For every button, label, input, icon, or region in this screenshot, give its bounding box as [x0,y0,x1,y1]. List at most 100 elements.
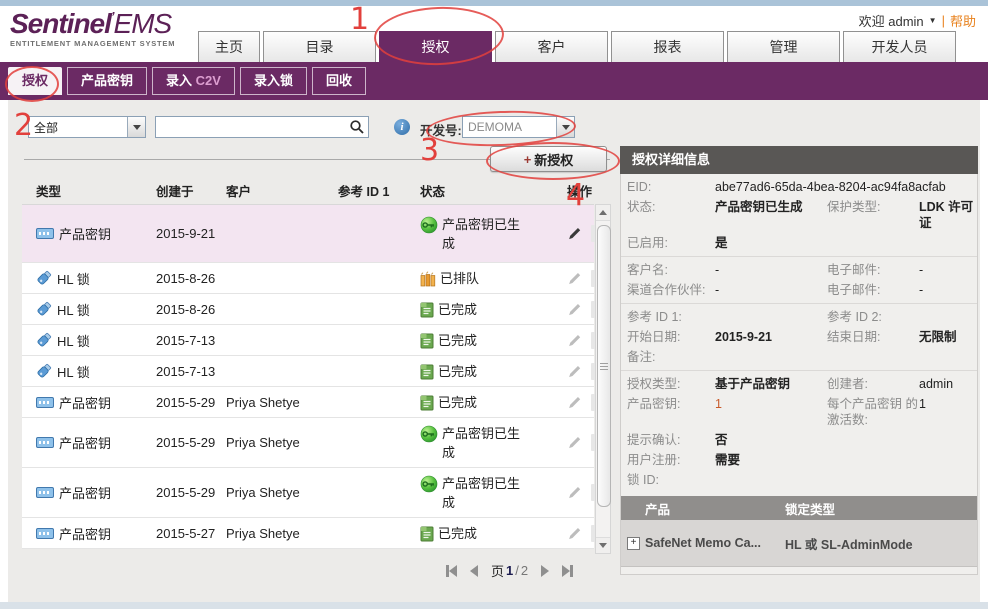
main-tab-客户[interactable]: 客户 [495,31,608,62]
triangle-up-icon [599,210,607,215]
main-tab-授权[interactable]: 授权 [379,31,492,62]
sub-tab-录入 C2V[interactable]: 录入 C2V [152,67,235,95]
search-input[interactable] [156,118,349,136]
cell-type: HL 锁 [36,362,156,381]
type-label: HL 锁 [57,362,90,381]
main-tab-报表[interactable]: 报表 [611,31,724,62]
hl-lock-icon [36,301,52,317]
main-tabs: 主页 目录 授权 客户 报表 管理 开发人员 [198,31,956,62]
status-label: 已完成 [438,393,477,412]
main-tab-label: 管理 [770,39,798,55]
user-bar: 欢迎 admin ▼ | 帮助 [859,11,976,30]
cell-status: 已完成 [420,362,545,381]
edit-pencil-icon[interactable] [567,526,582,541]
first-page-button[interactable] [446,565,457,577]
edit-pencil-icon[interactable] [567,226,582,241]
col-header-customer: 客户 [226,181,338,200]
col-header-created: 创建于 [156,181,226,200]
status-generated-icon [420,475,438,493]
logo-subtitle: ENTITLEMENT MANAGEMENT SYSTEM [10,40,175,48]
status-generated-icon [420,425,438,443]
logo-name: Sentinel [10,8,111,39]
sub-tab-授权[interactable]: 授权 [8,67,62,95]
main-tab-label: 客户 [538,39,566,55]
edit-pencil-icon[interactable] [567,435,582,450]
product-keys-link[interactable]: 1 [715,396,827,428]
search-icon[interactable] [349,119,365,135]
help-link[interactable]: 帮助 [950,11,976,30]
status-label: 产品密钥已生成 [442,474,526,512]
details-panel-title: 授权详细信息 [620,146,978,174]
type-label: 产品密钥 [59,524,111,543]
eid-value: abe77ad6-65da-4bea-8204-ac94fa8acfab [715,179,977,195]
main-tab-管理[interactable]: 管理 [727,31,840,62]
page-label: 页 [491,561,504,580]
table-row[interactable]: 产品密钥 2015-5-29 Priya Shetye 已完成 [22,387,594,418]
cell-status: 已完成 [420,393,545,412]
search-box[interactable] [155,116,369,138]
ref-id1-label: 参考 ID 1: [627,309,715,325]
edit-pencil-icon[interactable] [567,395,582,410]
cell-type: 产品密钥 [36,524,156,543]
panel-filler [621,567,977,574]
table-row[interactable]: HL 锁 2015-8-26 已排队 [22,263,594,294]
start-date-value: 2015-9-21 [715,329,827,345]
page-separator: / [515,563,519,578]
entitlement-details-panel: 授权详细信息 EID: abe77ad6-65da-4bea-8204-ac94… [620,146,978,575]
table-scrollbar[interactable] [595,204,611,554]
sub-tab-回收[interactable]: 回收 [312,67,366,95]
main-tab-label: 目录 [306,39,334,55]
main-tab-主页[interactable]: 主页 [198,31,260,62]
main-tab-label: 报表 [654,39,682,55]
info-icon[interactable]: i [394,119,410,135]
table-row[interactable]: 产品密钥 2015-5-27 Priya Shetye 已完成 [22,518,594,549]
edit-pencil-icon[interactable] [567,364,582,379]
sentinel-ems-logo: Sentinel’EMS ENTITLEMENT MANAGEMENT SYST… [10,10,175,48]
activations-label: 每个产品密钥 的激活数: [827,396,919,428]
edit-pencil-icon[interactable] [567,271,582,286]
cell-created: 2015-5-29 [156,395,226,410]
table-row[interactable]: HL 锁 2015-7-13 已完成 [22,325,594,356]
cell-type: 产品密钥 [36,483,156,502]
last-page-button[interactable] [562,565,573,577]
product-key-icon [36,397,54,408]
product-key-icon [36,228,54,239]
pagination: 页 1 / 2 [446,561,573,580]
main-tab-目录[interactable]: 目录 [263,31,376,62]
scrollbar-thumb[interactable] [597,225,611,507]
hl-lock-icon [36,332,52,348]
filter-type-dropdown[interactable]: 全部 [28,116,146,138]
edit-pencil-icon[interactable] [567,302,582,317]
cell-created: 2015-8-26 [156,302,226,317]
table-row[interactable]: 产品密钥 2015-9-21 产品密钥已生成 [22,205,594,263]
status-completed-icon [420,526,434,542]
developer-id-dropdown-button[interactable] [556,117,574,137]
table-row[interactable]: HL 锁 2015-8-26 已完成 [22,294,594,325]
prev-page-button[interactable] [470,565,478,577]
filter-type-dropdown-button[interactable] [127,117,145,137]
ref-id1-value [715,309,827,325]
main-tab-开发人员[interactable]: 开发人员 [843,31,956,62]
table-row[interactable]: HL 锁 2015-7-13 已完成 [22,356,594,387]
chevron-down-icon [133,125,141,130]
sub-tab-产品密钥[interactable]: 产品密钥 [67,67,147,95]
table-row[interactable]: 产品密钥 2015-5-29 Priya Shetye 产品密钥已生成 [22,468,594,518]
scroll-up-button[interactable] [596,205,610,221]
edit-pencil-icon[interactable] [567,485,582,500]
edit-pencil-icon[interactable] [567,333,582,348]
cell-status: 已完成 [420,300,545,319]
table-row[interactable]: 产品密钥 2015-5-29 Priya Shetye 产品密钥已生成 [22,418,594,468]
scroll-down-button[interactable] [596,537,610,553]
sub-tab-录入锁[interactable]: 录入锁 [240,67,307,95]
total-pages: 2 [521,563,528,578]
expand-icon[interactable]: + [627,537,640,550]
next-page-button[interactable] [541,565,549,577]
details-panel-body: EID: abe77ad6-65da-4bea-8204-ac94fa8acfa… [620,174,978,575]
user-menu-caret-icon[interactable]: ▼ [929,16,937,25]
col-header-status: 状态 [420,181,545,200]
product-row[interactable]: + SafeNet Memo Ca... HL 或 SL-AdminMode [621,520,977,567]
status-label: 产品密钥已生成 [442,215,526,253]
developer-id-label: 开发号: [420,120,462,139]
developer-id-dropdown[interactable]: DEMOMA [462,116,575,138]
new-entitlement-button[interactable]: + 新授权 [490,146,607,172]
